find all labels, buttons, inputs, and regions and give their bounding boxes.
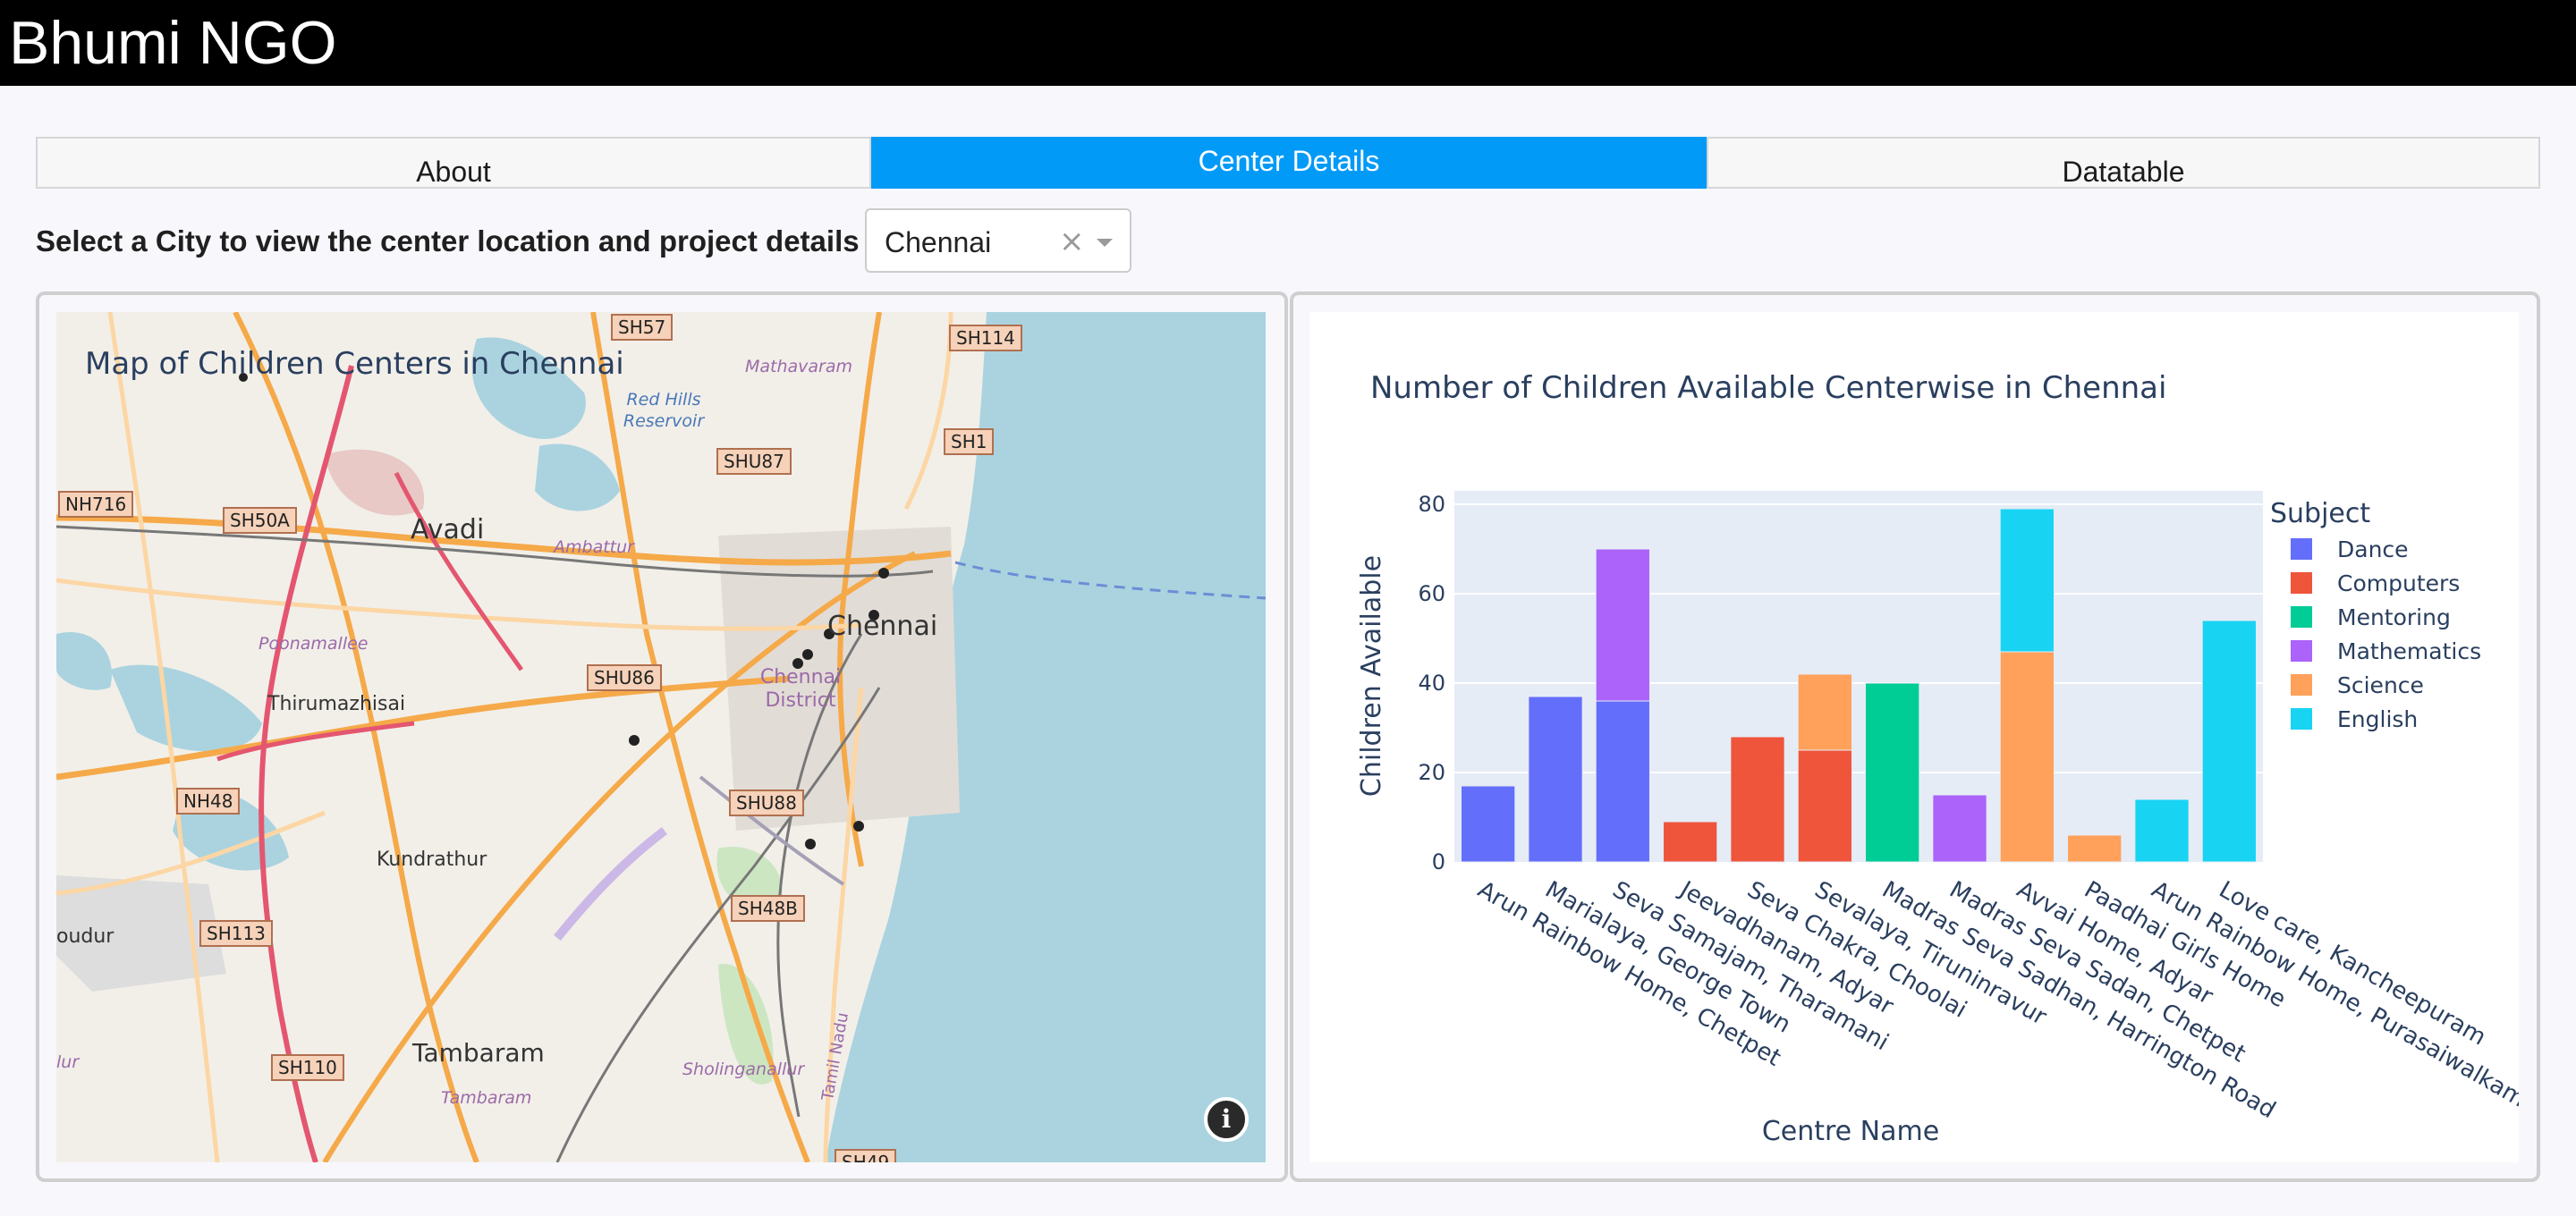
road-shield: SH49 <box>835 1149 897 1162</box>
legend-swatch[interactable] <box>2291 538 2312 560</box>
center-marker[interactable] <box>805 839 816 849</box>
map-label-sholinganallur: Sholinganallur <box>682 1060 805 1079</box>
bar-computers[interactable] <box>1663 821 1718 863</box>
road-shield: SH50A <box>223 507 297 534</box>
legend-swatch[interactable] <box>2291 572 2312 594</box>
y-tick-label: 20 <box>1418 760 1445 785</box>
road-shield: SH114 <box>949 325 1022 351</box>
center-marker[interactable] <box>853 821 864 832</box>
children-bar-chart: Number of Children Available Centerwise … <box>1309 312 2519 1162</box>
road-shield: SH1 <box>944 428 995 455</box>
chart-title: Number of Children Available Centerwise … <box>1370 370 2166 406</box>
legend-item-label[interactable]: Dance <box>2337 536 2409 562</box>
bar-english[interactable] <box>2201 620 2257 863</box>
legend-item-label[interactable]: English <box>2337 706 2418 732</box>
map-label-chennai: Chennai <box>827 611 938 642</box>
legend-swatch[interactable] <box>2291 606 2312 628</box>
y-tick-label: 60 <box>1418 581 1445 606</box>
bar-dance[interactable] <box>1461 785 1516 863</box>
legend-swatch[interactable] <box>2291 708 2312 730</box>
app-title: Bhumi NGO <box>9 9 337 77</box>
road-shield: NH716 <box>58 491 134 518</box>
map-label-avadi: Avadi <box>411 514 485 545</box>
chevron-down-icon[interactable] <box>1097 239 1113 247</box>
map-label-tambaram: Tambaram <box>412 1038 545 1068</box>
road-shield: SHU87 <box>716 448 792 475</box>
city-select-label: Select a City to view the center locatio… <box>36 224 860 258</box>
app-header: Bhumi NGO <box>0 0 2576 86</box>
legend-item-label[interactable]: Computers <box>2337 570 2460 596</box>
bar-english[interactable] <box>2134 798 2190 863</box>
road-shield: SH57 <box>611 314 674 341</box>
legend-item-label[interactable]: Science <box>2337 672 2424 698</box>
road-shield: SHU88 <box>729 790 804 816</box>
map-label-ambattur: Ambattur <box>554 537 634 557</box>
close-icon[interactable]: × <box>1059 224 1085 259</box>
road-shield: SH113 <box>199 920 273 947</box>
bar-english[interactable] <box>1999 508 2055 653</box>
map-label-thirumazhisai: Thirumazhisai <box>267 693 406 715</box>
legend-item-label[interactable]: Mentoring <box>2337 604 2451 630</box>
bar-mathematics[interactable] <box>1932 794 1987 863</box>
legend-swatch[interactable] <box>2291 674 2312 696</box>
y-tick-label: 0 <box>1432 849 1445 874</box>
road-shield: SH110 <box>271 1054 344 1081</box>
map-title: Map of Children Centers in Chennai <box>85 346 624 382</box>
center-map[interactable]: SH57 SH114 SH1 SHU87 NH716 SH50A SHU86 S… <box>56 312 1266 1162</box>
map-label-chennai-district: Chennai District <box>759 666 842 712</box>
road-shield: SH48B <box>731 895 805 922</box>
bar-science[interactable] <box>1797 673 1852 751</box>
map-label-oudur: oudur <box>56 925 114 948</box>
tab-about[interactable]: About <box>36 137 871 189</box>
info-icon[interactable]: i <box>1204 1097 1249 1142</box>
bar-computers[interactable] <box>1730 736 1785 863</box>
bar-dance[interactable] <box>1595 700 1650 863</box>
map-tiles <box>56 312 1266 1162</box>
bar-science[interactable] <box>1999 651 2055 863</box>
map-label-poonamallee: Poonamallee <box>258 634 369 654</box>
center-marker[interactable] <box>629 735 640 746</box>
y-axis-label: Children Available <box>1356 555 1387 797</box>
bar-science[interactable] <box>2067 834 2123 863</box>
map-label-red-hills: Red Hills Reservoir <box>623 390 705 431</box>
x-axis-label: Centre Name <box>1762 1116 1939 1147</box>
bar-computers[interactable] <box>1797 749 1852 863</box>
map-label-tambaram-small: Tambaram <box>441 1088 532 1108</box>
legend-title: Subject <box>2270 498 2370 529</box>
legend-item-label[interactable]: Mathematics <box>2337 638 2481 664</box>
map-label-kundrathur: Kundrathur <box>377 849 487 871</box>
tab-bar: About Center Details Datatable <box>36 137 2540 189</box>
center-marker[interactable] <box>878 568 889 578</box>
map-label-lur: lur <box>56 1052 80 1072</box>
bar-dance[interactable] <box>1528 696 1583 863</box>
tab-datatable[interactable]: Datatable <box>1707 137 2540 189</box>
map-label-mathavaram: Mathavaram <box>745 357 853 376</box>
city-dropdown-value: Chennai <box>885 226 992 258</box>
bar-mathematics[interactable] <box>1595 548 1650 702</box>
road-shield: NH48 <box>176 788 241 815</box>
center-marker[interactable] <box>802 649 813 660</box>
city-dropdown[interactable]: Chennai × <box>865 208 1131 273</box>
legend-swatch[interactable] <box>2291 640 2312 662</box>
tab-center-details[interactable]: Center Details <box>871 137 1707 189</box>
road-shield: SHU86 <box>587 664 662 691</box>
bar-mentoring[interactable] <box>1865 682 1920 863</box>
y-tick-label: 40 <box>1418 671 1445 696</box>
y-tick-label: 80 <box>1418 492 1445 517</box>
